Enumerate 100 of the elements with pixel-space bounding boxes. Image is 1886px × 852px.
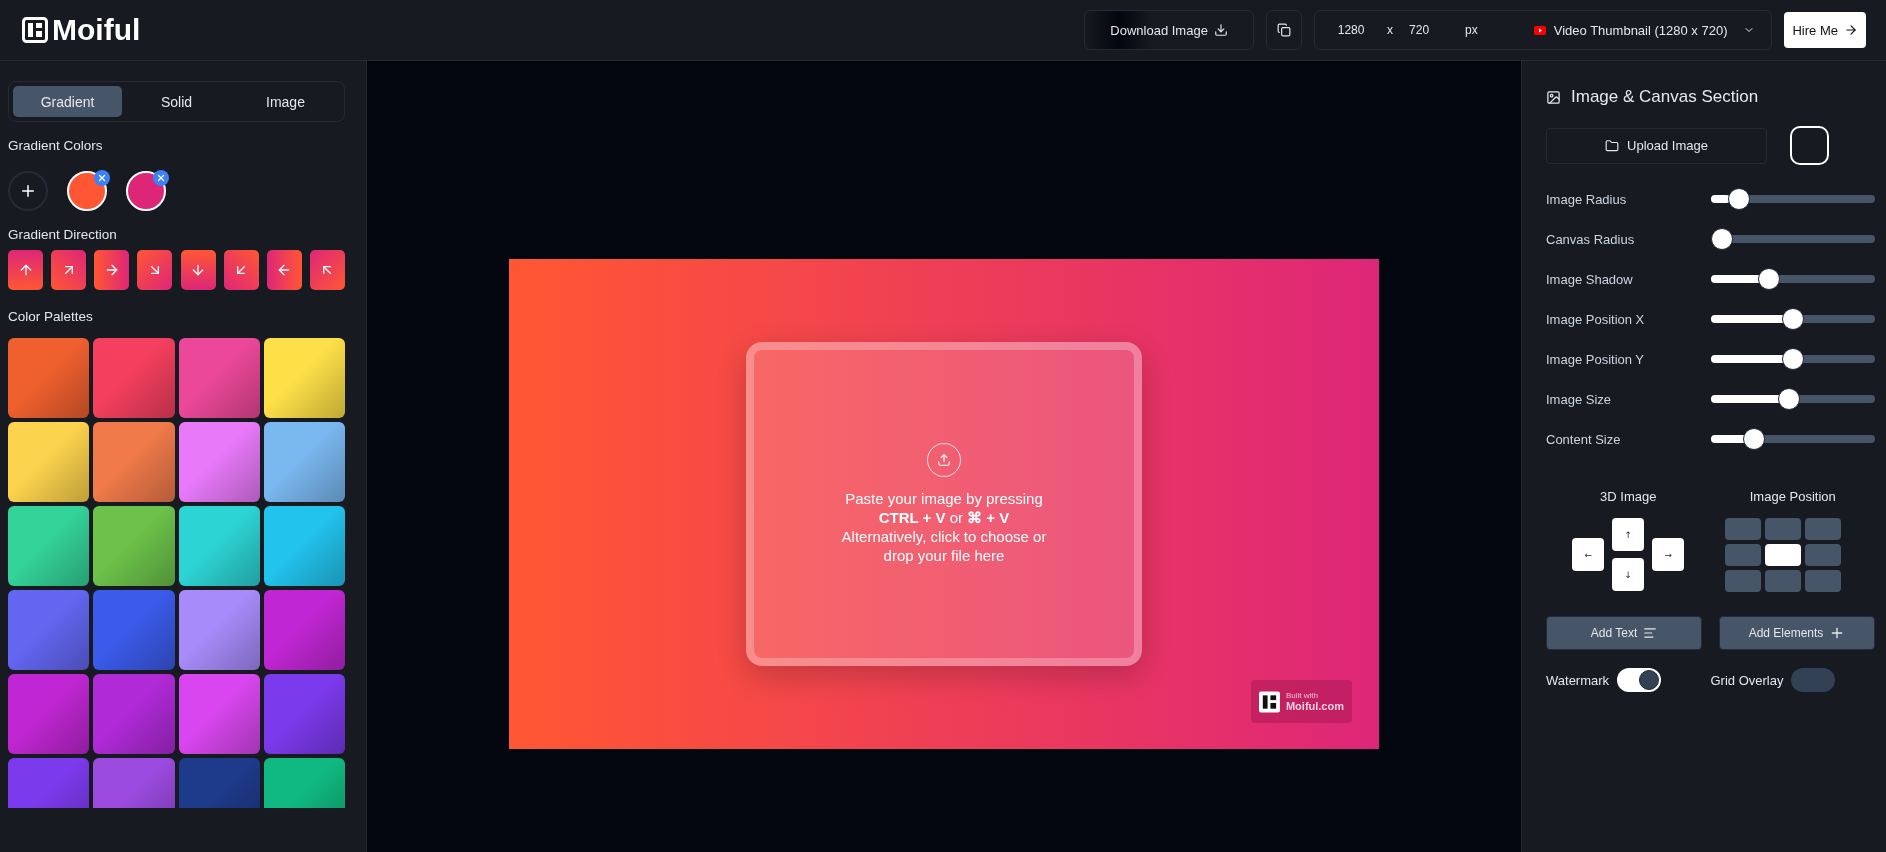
position-cell[interactable] bbox=[1804, 544, 1841, 566]
position-cell[interactable] bbox=[1804, 570, 1841, 592]
section-label: Gradient Direction bbox=[8, 227, 118, 242]
slider-label: Canvas Radius bbox=[1546, 231, 1636, 247]
text-lines-icon bbox=[1643, 626, 1658, 640]
folder-icon bbox=[1605, 138, 1619, 153]
slider[interactable] bbox=[1710, 308, 1875, 330]
height-value[interactable]: 720 bbox=[1409, 23, 1450, 37]
slider-thumb[interactable] bbox=[1743, 428, 1766, 450]
position-cell[interactable] bbox=[1804, 518, 1841, 540]
toggle-switch[interactable] bbox=[1791, 668, 1836, 692]
tilt-button[interactable]: → bbox=[1652, 538, 1685, 571]
slider-label: Image Shadow bbox=[1546, 271, 1634, 287]
direction-button[interactable] bbox=[137, 250, 173, 290]
remove-button[interactable] bbox=[94, 170, 110, 186]
color-swatch[interactable] bbox=[126, 171, 166, 211]
close-icon bbox=[97, 173, 107, 183]
size-separator: x bbox=[1387, 23, 1394, 37]
slider[interactable] bbox=[1710, 188, 1875, 210]
position-cell[interactable] bbox=[1764, 570, 1801, 592]
hire-me-button[interactable]: Hire Me bbox=[1784, 12, 1866, 48]
palette-swatch[interactable] bbox=[8, 422, 90, 502]
position-cell[interactable] bbox=[1764, 518, 1801, 540]
palette-swatch[interactable] bbox=[93, 506, 175, 586]
section-label: 3D Image bbox=[1600, 489, 1657, 504]
badge-caption: Built with bbox=[1285, 691, 1319, 700]
slider[interactable] bbox=[1710, 228, 1875, 250]
add-text-button[interactable]: Add Text bbox=[1546, 616, 1702, 650]
badge-brand: Moiful.com bbox=[1285, 700, 1344, 712]
tab[interactable]: Gradient bbox=[13, 86, 122, 117]
slider-thumb[interactable] bbox=[1777, 388, 1800, 410]
palette-swatch[interactable] bbox=[93, 674, 175, 754]
slider[interactable] bbox=[1710, 428, 1875, 450]
slider[interactable] bbox=[1710, 268, 1875, 290]
download-image-button[interactable]: Download Image bbox=[1084, 10, 1255, 50]
color-picker[interactable] bbox=[1790, 126, 1829, 165]
position-cell[interactable] bbox=[1724, 544, 1761, 566]
upload-image-button[interactable]: Upload Image bbox=[1546, 127, 1767, 164]
tab[interactable]: Image bbox=[231, 86, 340, 117]
palette-swatch[interactable] bbox=[93, 590, 175, 670]
palette-swatch[interactable] bbox=[178, 338, 260, 418]
slider-label: Image Size bbox=[1546, 391, 1613, 407]
logo-text[interactable]: Moiful bbox=[52, 13, 141, 47]
download-icon bbox=[1213, 23, 1228, 37]
palette-swatch[interactable] bbox=[8, 506, 90, 586]
image-icon bbox=[1546, 89, 1561, 105]
width-value[interactable]: 1280 bbox=[1331, 23, 1372, 37]
logo-icon bbox=[1259, 690, 1280, 713]
slider[interactable] bbox=[1710, 388, 1875, 410]
section-label: Color Palettes bbox=[8, 309, 94, 324]
palette-swatch[interactable] bbox=[93, 422, 175, 502]
palette-swatch[interactable] bbox=[263, 422, 345, 502]
tilt-button[interactable]: ↑ bbox=[1612, 518, 1645, 551]
slider-thumb[interactable] bbox=[1782, 348, 1804, 370]
palette-swatch[interactable] bbox=[8, 674, 90, 754]
slider-label: Image Position Y bbox=[1546, 351, 1646, 367]
direction-button[interactable] bbox=[266, 250, 302, 290]
tilt-button[interactable]: ← bbox=[1572, 538, 1605, 571]
section-label: Gradient Colors bbox=[8, 138, 104, 153]
direction-button[interactable] bbox=[180, 250, 216, 290]
position-cell[interactable] bbox=[1724, 570, 1761, 592]
direction-button[interactable] bbox=[51, 250, 87, 290]
add-elements-button[interactable]: Add Elements bbox=[1719, 616, 1875, 650]
palette-swatch[interactable] bbox=[263, 338, 345, 418]
palette-swatch[interactable] bbox=[8, 590, 90, 670]
copy-button[interactable] bbox=[1266, 10, 1303, 50]
palette-swatch[interactable] bbox=[178, 506, 260, 586]
close-icon bbox=[156, 173, 166, 183]
tab[interactable]: Solid bbox=[122, 86, 231, 117]
position-cell[interactable] bbox=[1724, 518, 1761, 540]
color-swatch[interactable] bbox=[67, 171, 107, 211]
palette-swatch[interactable] bbox=[93, 338, 175, 418]
slider-thumb[interactable] bbox=[1782, 308, 1804, 330]
direction-button[interactable] bbox=[94, 250, 130, 290]
palette-swatch[interactable] bbox=[263, 506, 345, 586]
video-play-icon bbox=[1533, 25, 1546, 35]
position-cell[interactable] bbox=[1764, 544, 1801, 566]
slider-label: Content Size bbox=[1546, 431, 1622, 447]
remove-button[interactable] bbox=[153, 170, 169, 186]
palette-swatch[interactable] bbox=[263, 590, 345, 670]
palette-swatch[interactable] bbox=[178, 674, 260, 754]
slider-thumb[interactable] bbox=[1757, 268, 1780, 290]
tilt-button[interactable]: ↓ bbox=[1612, 558, 1645, 591]
add-color-button[interactable] bbox=[8, 171, 48, 211]
palette-swatch[interactable] bbox=[263, 674, 345, 754]
preset-select[interactable]: Video Thumbnail (1280 x 720) bbox=[1553, 22, 1728, 38]
slider-thumb[interactable] bbox=[1727, 188, 1750, 210]
canvas[interactable]: Paste your image by pressing CTRL + V or ⌘ + V Alternatively, click to choose or drop your file here Built with Moiful.com bbox=[509, 259, 1379, 749]
slider[interactable] bbox=[1710, 348, 1875, 370]
drop-instructions: Paste your image by pressing CTRL + V or ⌘ + V Alternatively, click to choose or drop your file here bbox=[841, 489, 1047, 565]
toggle-switch[interactable] bbox=[1617, 668, 1662, 692]
slider-label: Image Radius bbox=[1546, 191, 1628, 207]
slider-thumb[interactable] bbox=[1710, 228, 1733, 250]
unit-label: px bbox=[1465, 23, 1478, 37]
palette-swatch[interactable] bbox=[178, 422, 260, 502]
section-label: Image Position bbox=[1749, 489, 1836, 504]
direction-button[interactable] bbox=[223, 250, 259, 290]
palette-swatch[interactable] bbox=[178, 590, 260, 670]
palette-swatch[interactable] bbox=[8, 338, 90, 418]
slider-label: Image Position X bbox=[1546, 311, 1646, 327]
